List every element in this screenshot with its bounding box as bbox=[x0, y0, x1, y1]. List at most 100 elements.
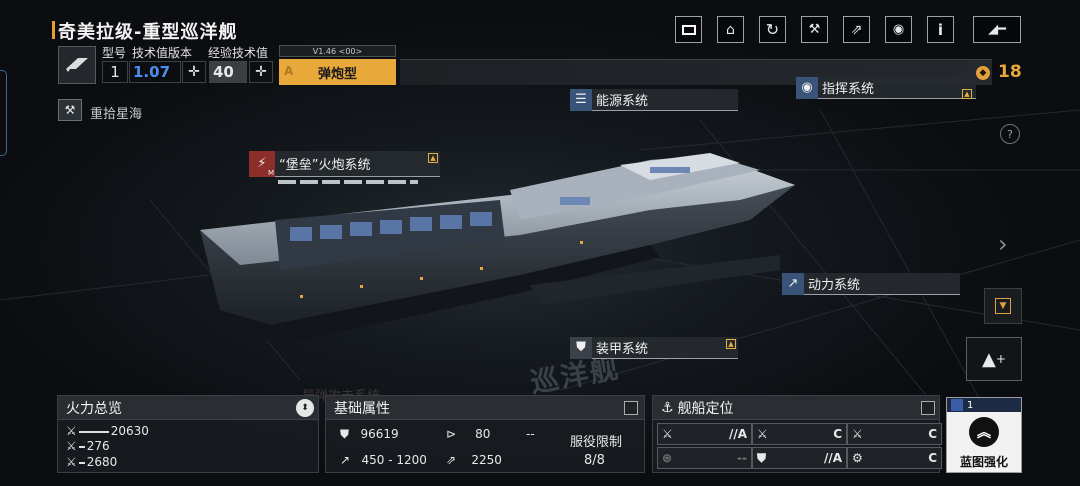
weapon-button[interactable]: ⚒ bbox=[801, 16, 828, 43]
refresh-button[interactable]: ↻ bbox=[759, 16, 786, 43]
share-button[interactable]: ⇗ bbox=[843, 16, 870, 43]
attributes-header: 基础属性 bbox=[326, 396, 644, 420]
back-icon: ◢━ bbox=[988, 22, 1006, 37]
version-label: V1.46 <00> bbox=[279, 45, 396, 57]
power-system-label: 动力系统 bbox=[808, 278, 861, 293]
hp-icon: ⛊ bbox=[340, 427, 350, 441]
dropdown-button[interactable]: ▼ bbox=[984, 288, 1022, 324]
blueprint-enhance-button[interactable]: 1 ︽ 蓝图强化 bbox=[946, 397, 1022, 473]
firepower-value-1: 20630 bbox=[110, 424, 149, 438]
eye-icon: ◉ bbox=[892, 22, 905, 37]
firepower-icon: ⚔ bbox=[66, 455, 77, 469]
armor-system-label: 装甲系统 bbox=[596, 342, 649, 357]
attributes-expand-button[interactable] bbox=[624, 401, 638, 415]
warp-value: 2250 bbox=[471, 453, 502, 467]
info-button[interactable]: i bbox=[927, 16, 954, 43]
currency-icon: ◆ bbox=[976, 66, 990, 80]
positioning-panel: ⚓ 舰船定位 ⚔//A ⚔ C ⚔ C ⊛ -- ⛊//A ⚙ C bbox=[652, 395, 942, 473]
firepower-panel: 火力总览 ⬍ ⚔ 20630 ⚔ 276 ⚔ 2680 bbox=[57, 395, 319, 473]
cannon-badge: M bbox=[267, 168, 274, 177]
back-button[interactable]: ◢━ bbox=[973, 16, 1021, 43]
info-icon: i bbox=[937, 20, 944, 39]
role-icon: ⚔ bbox=[852, 427, 863, 441]
energy-icon: ☰ bbox=[570, 88, 592, 111]
share-icon: ⇗ bbox=[850, 21, 863, 38]
tech-version-value: 1.07 bbox=[129, 61, 181, 83]
positioning-header: ⚓ 舰船定位 bbox=[653, 396, 939, 420]
ship-title: 奇美拉级-重型巡洋舰 bbox=[51, 18, 237, 44]
exp-tech-value: 40 bbox=[209, 61, 247, 83]
fleet-add-button[interactable]: ▲ + bbox=[966, 337, 1022, 381]
armor-icon: ⛊ bbox=[570, 336, 592, 359]
ship-detail-screen: { "header":{"title":"奇美拉级-重型巡洋舰","model_… bbox=[0, 0, 1080, 486]
firepower-row: ⚔ 20630 bbox=[66, 424, 149, 438]
role-grade: C bbox=[928, 451, 937, 465]
cannon-system-tag[interactable]: ⚡ M “堡垒”火炮系统 ▲ bbox=[249, 150, 440, 177]
weapon-icon: ⚒ bbox=[808, 22, 821, 37]
exp-tech-label: 经验技术值 bbox=[208, 46, 269, 60]
service-limit-value: 8/8 bbox=[584, 453, 605, 468]
role-slot: ⚔ C bbox=[752, 423, 847, 445]
tech-version-label: 技术值版本 bbox=[132, 46, 193, 60]
positioning-icon: ⚓ bbox=[661, 399, 674, 416]
type-label: 弹炮型 bbox=[317, 66, 357, 82]
tech-version-adjust-button[interactable]: ✛ bbox=[182, 61, 206, 83]
firepower-row: ⚔ 276 bbox=[66, 439, 110, 453]
attributes-panel: 基础属性 ⛊ 96619 ⊳ 80 -- ↗ 450 - 1200 ⇗ 2250… bbox=[325, 395, 645, 473]
next-chevron-icon[interactable]: › bbox=[998, 230, 1008, 258]
energy-system-label: 能源系统 bbox=[596, 94, 649, 109]
role-slot: ⛊ //A bbox=[752, 447, 847, 469]
refresh-icon: ↻ bbox=[765, 20, 780, 39]
speed-icon: ↗ bbox=[340, 453, 351, 467]
ship-type-badge: A 弹炮型 bbox=[279, 59, 396, 85]
side-drawer-handle[interactable] bbox=[0, 70, 7, 156]
faction-logo bbox=[58, 46, 96, 84]
blueprint-label: 蓝图强化 bbox=[959, 455, 1008, 469]
armor-stat-icon: ⊳ bbox=[446, 427, 457, 441]
exp-tech-adjust-button[interactable]: ✛ bbox=[249, 61, 273, 83]
role-icon: ⊛ bbox=[662, 451, 673, 465]
armor-system-tag[interactable]: ⛊ 装甲系统 ▲ bbox=[570, 336, 738, 359]
command-system-label: 指挥系统 bbox=[822, 82, 875, 97]
role-icon: ⚙ bbox=[852, 451, 863, 465]
event-tag-icon: ⚒ bbox=[58, 99, 82, 121]
firepower-title: 火力总览 bbox=[66, 400, 122, 417]
role-grade: -- bbox=[737, 451, 747, 465]
upgrade-icon: ▲ bbox=[428, 153, 438, 163]
warp-stat: ⇗ 2250 bbox=[446, 453, 502, 467]
view-button[interactable]: ◉ bbox=[885, 16, 912, 43]
firepower-icon: ⚔ bbox=[66, 439, 77, 453]
power-icon: ↗ bbox=[782, 272, 804, 295]
currency-value: 18 bbox=[998, 62, 1022, 82]
firepower-row: ⚔ 2680 bbox=[66, 455, 117, 469]
armor-extra: -- bbox=[526, 427, 535, 441]
triangle-down-icon: ▼ bbox=[995, 298, 1011, 314]
firepower-value-2: 276 bbox=[86, 439, 110, 453]
blueprint-count-bar: 1 bbox=[947, 398, 1021, 412]
cannon-system-label: “堡垒”火炮系统 bbox=[279, 158, 371, 173]
energy-system-tag[interactable]: ☰ 能源系统 bbox=[570, 88, 738, 111]
command-system-tag[interactable]: ◉ 指挥系统 ▲ bbox=[796, 76, 976, 99]
hp-value: 96619 bbox=[360, 427, 399, 441]
type-grade: A bbox=[284, 64, 294, 78]
service-limit-label: 服役限制 bbox=[570, 435, 623, 450]
blueprint-button[interactable]: ⌂ bbox=[717, 16, 744, 43]
video-button[interactable] bbox=[675, 16, 702, 43]
event-tag-label[interactable]: 重拾星海 bbox=[90, 103, 142, 122]
positioning-expand-button[interactable] bbox=[921, 401, 935, 415]
firepower-toggle-button[interactable]: ⬍ bbox=[296, 399, 314, 417]
hp-stat: ⛊ 96619 bbox=[340, 427, 399, 442]
help-button[interactable]: ? bbox=[1000, 124, 1020, 144]
firepower-header: 火力总览 bbox=[58, 396, 318, 420]
upgrade-icon: ▲ bbox=[726, 339, 736, 349]
blueprint-count: 1 bbox=[967, 399, 974, 411]
positioning-title: 舰船定位 bbox=[677, 400, 734, 417]
role-slot: ⚙ C bbox=[847, 447, 942, 469]
blueprint-icon: ⌂ bbox=[726, 21, 735, 38]
armor-value: 80 bbox=[475, 427, 491, 441]
role-grade: C bbox=[833, 427, 842, 441]
role-grade: //A bbox=[728, 427, 747, 441]
role-slot: ⚔ //A bbox=[657, 423, 752, 445]
role-icon: ⛊ bbox=[757, 450, 767, 465]
power-system-tag[interactable]: ↗ 动力系统 bbox=[782, 272, 960, 295]
